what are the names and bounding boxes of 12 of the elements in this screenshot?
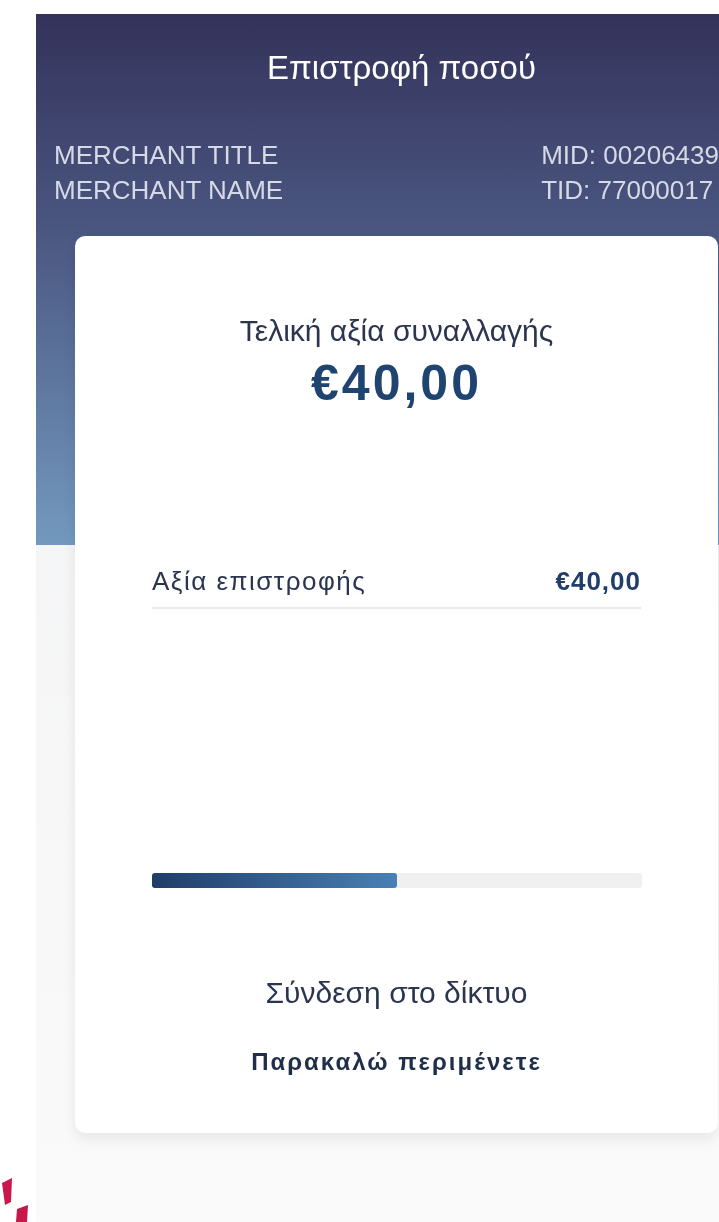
screen-title: Επιστροφή ποσού: [266, 48, 536, 88]
merchant-id: MID: 00206439: [541, 139, 719, 172]
status-text: Σύνδεση στο δίκτυο: [265, 975, 528, 1011]
total-amount: €40,00: [311, 354, 482, 413]
row-label: Αξία επιστροφής: [152, 566, 367, 597]
merchant-name: MERCHANT NAME: [54, 174, 284, 207]
merchant-title: MERCHANT TITLE: [54, 139, 280, 172]
wait-message: Παρακαλώ περιμένετε: [251, 1048, 542, 1076]
row-value: €40,00: [555, 566, 641, 597]
terminal-id: TID: 77000017: [541, 174, 715, 207]
total-label: Τελική αξία συναλλαγής: [239, 313, 554, 349]
logo-mark: [2, 1178, 28, 1222]
